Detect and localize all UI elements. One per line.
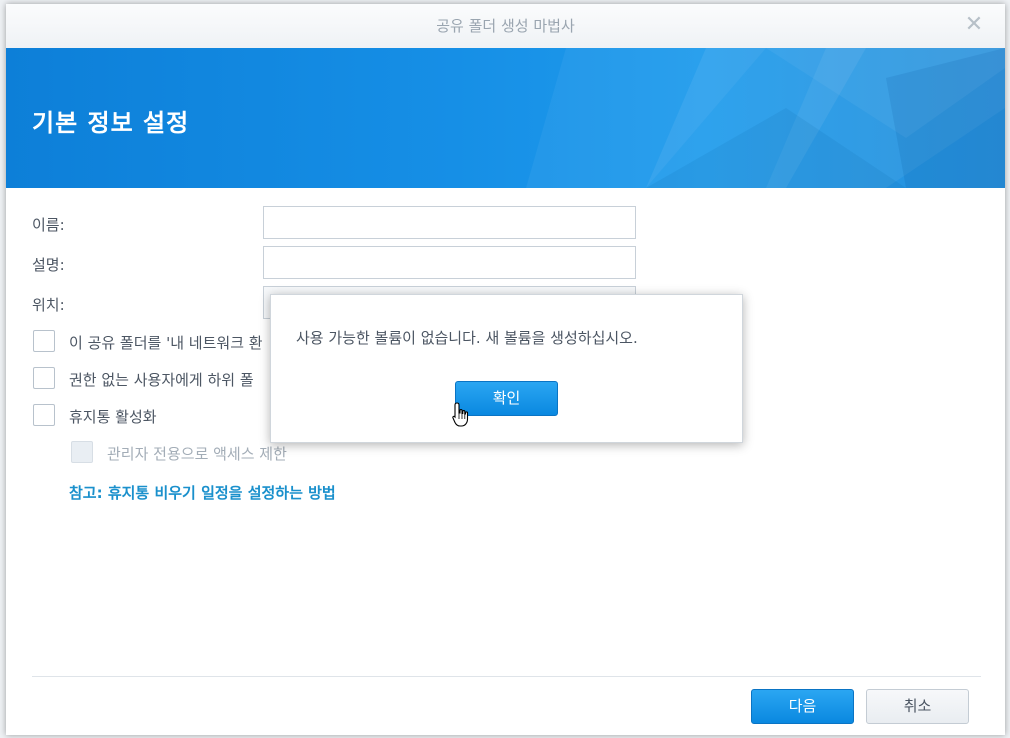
alert-message: 사용 가능한 볼륨이 없습니다. 새 볼륨을 생성하십시오. xyxy=(296,329,638,347)
cancel-button[interactable]: 취소 xyxy=(866,689,969,724)
window-titlebar: 공유 폴더 생성 마법사 ✕ xyxy=(6,4,1005,49)
window-title: 공유 폴더 생성 마법사 xyxy=(436,17,575,35)
recycle-bin-schedule-link[interactable]: 참고: 휴지통 비우기 일정을 설정하는 방법 xyxy=(69,482,336,503)
close-icon[interactable]: ✕ xyxy=(963,14,985,36)
admin-only-checkbox xyxy=(71,441,93,463)
hide-subfolders-label: 권한 없는 사용자에게 하위 폴 xyxy=(69,371,254,389)
admin-only-label: 관리자 전용으로 액세스 제한 xyxy=(107,445,287,463)
page-heading: 기본 정보 설정 xyxy=(32,109,190,137)
hand-cursor-icon xyxy=(452,402,469,427)
recycle-bin-label: 휴지통 활성화 xyxy=(69,408,157,426)
hide-subfolders-checkbox[interactable] xyxy=(33,367,55,389)
network-visibility-label: 이 공유 폴더를 '내 네트워크 환 xyxy=(69,334,263,352)
footer-divider xyxy=(32,676,981,677)
ok-button[interactable]: 확인 xyxy=(455,381,558,416)
no-volume-alert: 사용 가능한 볼륨이 없습니다. 새 볼륨을 생성하십시오. 확인 xyxy=(270,294,743,443)
banner: 기본 정보 설정 xyxy=(6,48,1005,188)
next-button[interactable]: 다음 xyxy=(751,689,854,724)
name-input[interactable] xyxy=(263,206,636,239)
recycle-bin-checkbox[interactable] xyxy=(33,404,55,426)
description-label: 설명: xyxy=(32,256,65,274)
name-label: 이름: xyxy=(32,216,65,234)
network-visibility-checkbox[interactable] xyxy=(33,330,55,352)
description-input[interactable] xyxy=(263,246,636,279)
location-label: 위치: xyxy=(32,296,65,314)
